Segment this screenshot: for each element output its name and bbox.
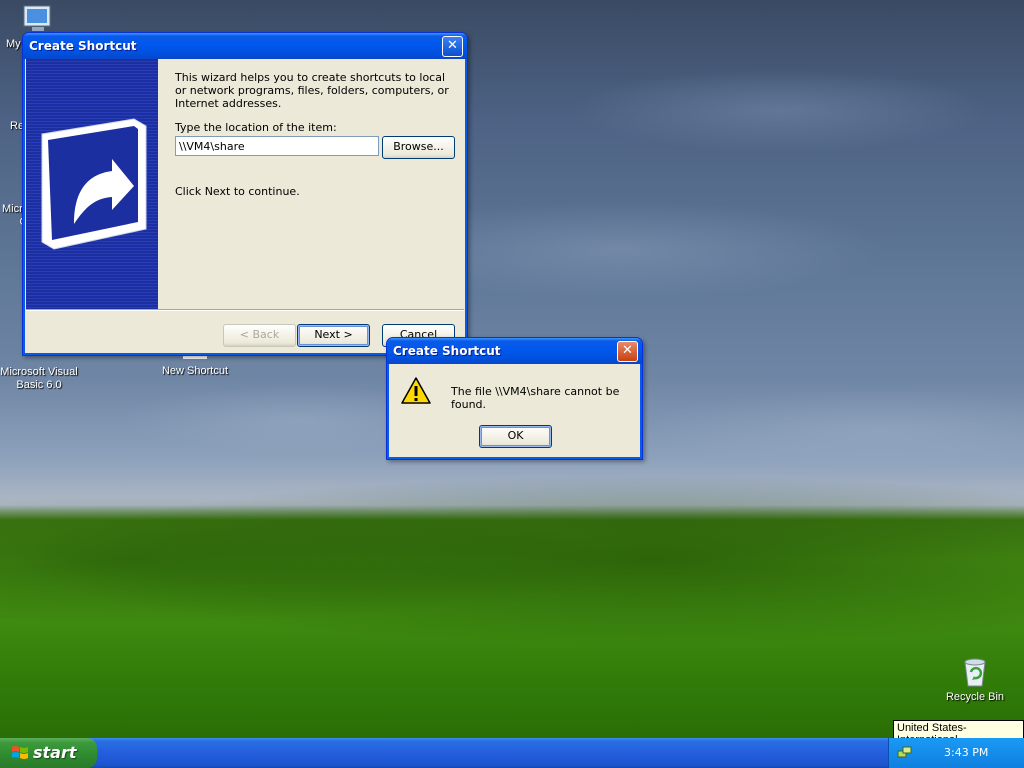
- ok-button[interactable]: OK: [479, 425, 552, 448]
- start-label: start: [33, 743, 77, 762]
- continue-text: Click Next to continue.: [175, 185, 300, 198]
- wizard-footer-divider: [26, 309, 464, 311]
- desktop-icon-label: My: [6, 38, 21, 50]
- taskbar: start 3:43 PM: [0, 738, 1024, 768]
- error-titlebar[interactable]: Create Shortcut ✕: [387, 338, 642, 364]
- my-computer-icon: [23, 5, 51, 31]
- desktop-icon-label: Microsoft Visual: [0, 366, 78, 378]
- system-tray: 3:43 PM: [888, 738, 1024, 768]
- warning-icon: [401, 377, 431, 404]
- desktop-icon-visual-basic[interactable]: Microsoft Visual Basic 6.0: [0, 366, 78, 392]
- browse-button[interactable]: Browse...: [382, 136, 455, 159]
- desktop-icon-label-line2: Basic 6.0: [16, 379, 62, 391]
- desktop-icon-recycle-bin[interactable]: Recycle Bin: [942, 656, 1008, 703]
- start-button[interactable]: start: [0, 738, 97, 768]
- network-icon[interactable]: [897, 745, 913, 761]
- error-title: Create Shortcut: [393, 344, 501, 358]
- next-button[interactable]: Next >: [297, 324, 370, 347]
- error-close-button[interactable]: ✕: [617, 341, 638, 362]
- wizard-banner: [26, 59, 158, 309]
- create-shortcut-wizard: Create Shortcut ✕ This wizard helps you …: [22, 32, 468, 356]
- windows-logo-icon: [12, 746, 28, 759]
- wizard-titlebar[interactable]: Create Shortcut ✕: [23, 33, 467, 59]
- wizard-intro: This wizard helps you to create shortcut…: [175, 71, 449, 110]
- desktop-icon-new-shortcut[interactable]: New Shortcut: [160, 355, 230, 377]
- shortcut-arrow-icon: [41, 118, 147, 250]
- wizard-title: Create Shortcut: [29, 39, 137, 53]
- error-dialog: Create Shortcut ✕ The file \\VM4\share c…: [386, 337, 643, 460]
- desktop-icon-label: New Shortcut: [161, 365, 229, 377]
- error-message: The file \\VM4\share cannot be found.: [451, 385, 620, 411]
- clock[interactable]: 3:43 PM: [944, 746, 988, 759]
- desktop-icon-label: Recycle Bin: [945, 691, 1005, 703]
- location-input[interactable]: [175, 136, 379, 156]
- recycle-bin-icon: [964, 658, 986, 687]
- location-label: Type the location of the item:: [175, 121, 337, 134]
- close-icon: ✕: [447, 38, 458, 53]
- back-button[interactable]: < Back: [223, 324, 296, 347]
- wizard-close-button[interactable]: ✕: [442, 36, 463, 57]
- close-icon: ✕: [622, 343, 633, 358]
